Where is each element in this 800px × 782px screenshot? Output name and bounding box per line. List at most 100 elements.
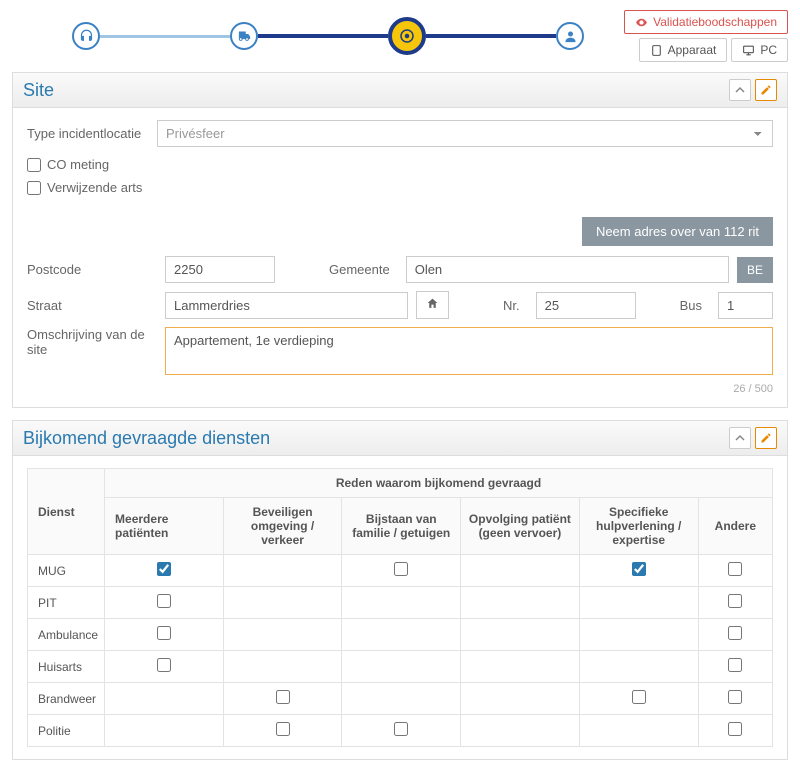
type-label: Type incidentlocatie	[27, 126, 157, 141]
user-icon	[563, 29, 578, 44]
service-checkbox[interactable]	[728, 594, 742, 608]
co-meting-input[interactable]	[27, 158, 41, 172]
step-connector	[258, 34, 388, 38]
top-bar: Validatieboodschappen Apparaat PC	[12, 10, 788, 62]
checkbox-cell	[461, 715, 580, 747]
column-header: Bijstaan van familie / getuigen	[342, 498, 461, 555]
target-icon	[398, 27, 416, 45]
checkbox-cell	[698, 555, 772, 587]
device-button[interactable]: Apparaat	[639, 38, 728, 62]
straat-input[interactable]	[165, 292, 408, 319]
char-counter: 26 / 500	[27, 383, 773, 395]
column-header: Meerdere patiënten	[105, 498, 224, 555]
desc-label: Omschrijving van de site	[27, 327, 157, 357]
type-incident-select[interactable]: Privésfeer	[157, 120, 773, 147]
checkbox-cell	[579, 651, 698, 683]
checkbox-cell	[105, 651, 224, 683]
step-1[interactable]	[72, 22, 100, 50]
gemeente-label: Gemeente	[321, 262, 398, 277]
checkbox-cell	[698, 683, 772, 715]
home-button[interactable]	[416, 291, 449, 319]
postcode-label: Postcode	[27, 262, 157, 277]
panel-title: Bijkomend gevraagde diensten	[23, 428, 725, 449]
table-row: Politie	[28, 715, 773, 747]
service-checkbox[interactable]	[632, 562, 646, 576]
checkbox-cell	[105, 587, 224, 619]
edit-button[interactable]	[755, 427, 777, 449]
monitor-icon	[742, 44, 755, 57]
gemeente-input[interactable]	[406, 256, 729, 283]
take-address-button[interactable]: Neem adres over van 112 rit	[582, 217, 773, 246]
nr-label: Nr.	[495, 298, 528, 313]
panel-body: Type incidentlocatie Privésfeer CO metin…	[13, 108, 787, 407]
headset-icon	[79, 29, 94, 44]
edit-button[interactable]	[755, 79, 777, 101]
site-panel: Site Type incidentlocatie Privésfeer CO …	[12, 72, 788, 408]
service-name-cell: PIT	[28, 587, 105, 619]
service-checkbox[interactable]	[728, 562, 742, 576]
service-checkbox[interactable]	[728, 690, 742, 704]
column-header: Beveiligen omgeving / verkeer	[223, 498, 342, 555]
service-checkbox[interactable]	[276, 722, 290, 736]
service-checkbox[interactable]	[632, 690, 646, 704]
service-checkbox[interactable]	[157, 594, 171, 608]
pencil-icon	[760, 432, 772, 444]
site-description-textarea[interactable]	[165, 327, 773, 375]
panel-body: Dienst Reden waarom bijkomend gevraagd M…	[13, 456, 787, 759]
nr-input[interactable]	[536, 292, 636, 319]
pc-button[interactable]: PC	[731, 38, 788, 62]
panel-title: Site	[23, 80, 725, 101]
panel-header: Bijkomend gevraagde diensten	[13, 421, 787, 456]
eye-icon	[635, 16, 648, 29]
pencil-icon	[760, 84, 772, 96]
service-checkbox[interactable]	[394, 562, 408, 576]
collapse-button[interactable]	[729, 79, 751, 101]
service-name-cell: Huisarts	[28, 651, 105, 683]
checkbox-cell	[579, 683, 698, 715]
checkbox-cell	[342, 651, 461, 683]
country-button[interactable]: BE	[737, 257, 773, 283]
checkbox-cell	[461, 555, 580, 587]
step-connector	[426, 34, 556, 38]
service-checkbox[interactable]	[728, 658, 742, 672]
service-checkbox[interactable]	[394, 722, 408, 736]
checkbox-cell	[223, 651, 342, 683]
button-label: Apparaat	[668, 43, 717, 57]
co-meting-checkbox[interactable]: CO meting	[27, 157, 773, 172]
table-row: MUG	[28, 555, 773, 587]
table-row: Brandweer	[28, 683, 773, 715]
collapse-button[interactable]	[729, 427, 751, 449]
service-checkbox[interactable]	[728, 722, 742, 736]
bus-input[interactable]	[718, 292, 773, 319]
service-checkbox[interactable]	[157, 626, 171, 640]
services-table: Dienst Reden waarom bijkomend gevraagd M…	[27, 468, 773, 747]
checkbox-cell	[223, 555, 342, 587]
service-checkbox[interactable]	[157, 658, 171, 672]
checkbox-cell	[105, 683, 224, 715]
checkbox-cell	[342, 587, 461, 619]
validation-messages-button[interactable]: Validatieboodschappen	[624, 10, 788, 34]
dienst-header: Dienst	[28, 469, 105, 555]
checkbox-cell	[223, 587, 342, 619]
verwijzende-arts-checkbox[interactable]: Verwijzende arts	[27, 180, 773, 195]
checkbox-cell	[579, 715, 698, 747]
checkbox-cell	[698, 651, 772, 683]
step-4[interactable]	[556, 22, 584, 50]
step-2[interactable]	[230, 22, 258, 50]
service-name-cell: Politie	[28, 715, 105, 747]
checkbox-label: CO meting	[47, 157, 109, 172]
verwijzende-arts-input[interactable]	[27, 181, 41, 195]
chevron-up-icon	[735, 433, 745, 443]
checkbox-cell	[342, 683, 461, 715]
checkbox-cell	[461, 587, 580, 619]
table-row: PIT	[28, 587, 773, 619]
table-row: Huisarts	[28, 651, 773, 683]
checkbox-cell	[105, 555, 224, 587]
service-checkbox[interactable]	[728, 626, 742, 640]
column-header: Andere	[698, 498, 772, 555]
services-panel: Bijkomend gevraagde diensten Dienst Rede…	[12, 420, 788, 760]
service-checkbox[interactable]	[276, 690, 290, 704]
step-3-active[interactable]	[388, 17, 426, 55]
service-checkbox[interactable]	[157, 562, 171, 576]
postcode-input[interactable]	[165, 256, 275, 283]
